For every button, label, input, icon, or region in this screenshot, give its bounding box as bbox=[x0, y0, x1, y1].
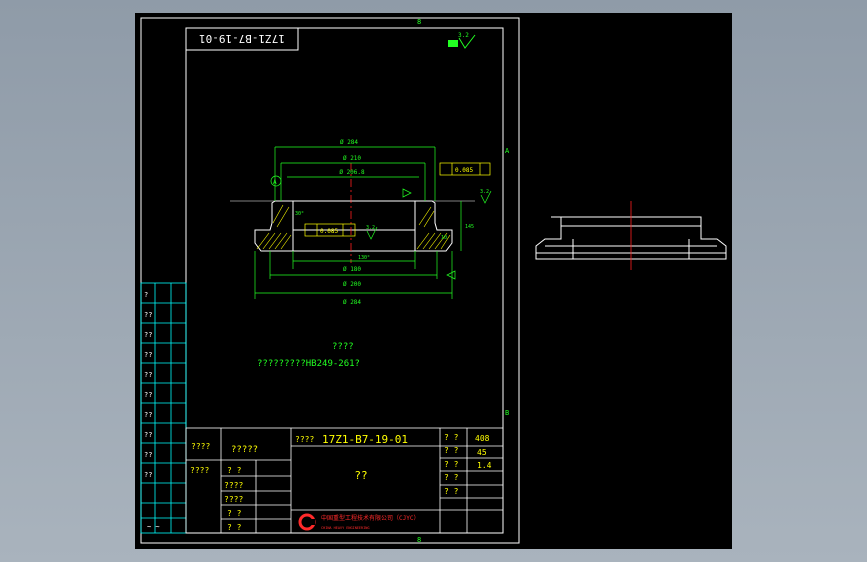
border-mark-bottom: 8 bbox=[417, 536, 421, 544]
side-label: ?? bbox=[144, 411, 152, 419]
dim-angle-a: 30° bbox=[295, 211, 304, 217]
dim-angle-b: 130° bbox=[358, 255, 370, 261]
tb-cell-h: ? ? bbox=[227, 509, 242, 518]
dim-d284-bottom: Ø 284 bbox=[343, 299, 361, 306]
tol-value-mid: 0.085 bbox=[320, 228, 338, 235]
section-hatch-right bbox=[416, 206, 451, 250]
roughness-symbol: 3.2 bbox=[448, 32, 476, 49]
note-text: ?????????HB249-261? bbox=[257, 359, 360, 369]
cad-viewport[interactable]: 8 8 A B 17Z1-B7-19-01 3.2 ??????????????… bbox=[135, 13, 732, 549]
border-mark-top: 8 bbox=[417, 18, 421, 26]
tol-value-top: 0.085 bbox=[455, 167, 473, 174]
section-view bbox=[254, 200, 453, 252]
dim-d284: Ø 284 bbox=[340, 139, 358, 146]
dim-depth: 145 bbox=[465, 224, 474, 230]
side-label: ?? bbox=[144, 311, 152, 319]
tb-q5: ? ? bbox=[444, 487, 459, 496]
rough-b: 3.2 bbox=[366, 225, 375, 231]
tb-cell-f: ???? bbox=[224, 481, 243, 490]
side-label: ?? bbox=[144, 351, 152, 359]
side-label: ?? bbox=[144, 471, 152, 479]
tb-part-name: ?? bbox=[354, 469, 367, 482]
tb-value-3: 1.4 bbox=[477, 461, 492, 470]
dim-d180: Ø 180 bbox=[343, 266, 361, 273]
tb-cell-c: ???? bbox=[295, 435, 314, 444]
company-logo bbox=[298, 513, 316, 531]
tb-q1: ? ? bbox=[444, 433, 459, 442]
tb-cell-b: ????? bbox=[231, 445, 258, 455]
dim-depth2: 10 bbox=[441, 235, 447, 241]
side-label: ?? bbox=[144, 451, 152, 459]
rough-a: 3.2 bbox=[480, 189, 489, 195]
side-label: ? bbox=[144, 291, 148, 299]
roughness-marks bbox=[366, 188, 492, 280]
tb-q2: ? ? bbox=[444, 446, 459, 455]
tb-cell-e: ? ? bbox=[227, 466, 242, 475]
tb-cell-g: ???? bbox=[224, 495, 243, 504]
tb-cell-a: ???? bbox=[191, 442, 210, 451]
drawing-number-rotated: 17Z1-B7-19-01 bbox=[199, 32, 285, 45]
svg-text:3.2: 3.2 bbox=[458, 32, 469, 39]
datum-a: A bbox=[273, 179, 277, 186]
dim-d2068: Ø 206.8 bbox=[339, 169, 365, 176]
tb-q3: ? ? bbox=[444, 460, 459, 469]
border-mark-right-a: A bbox=[505, 147, 510, 155]
section-hatch-left bbox=[256, 204, 292, 250]
tb-value-1: 408 bbox=[475, 434, 490, 443]
tb-cell-i: ? ? bbox=[227, 523, 242, 532]
side-label: ?? bbox=[144, 331, 152, 339]
side-label: ?? bbox=[144, 431, 152, 439]
side-revision-table bbox=[140, 282, 187, 534]
tb-drawing-number: 17Z1-B7-19-01 bbox=[322, 433, 408, 446]
side-label: ?? bbox=[144, 391, 152, 399]
company-name: 中国重型工程技术有限公司（CJYC） bbox=[321, 514, 419, 522]
tb-q4: ? ? bbox=[444, 473, 459, 482]
tb-cell-d: ???? bbox=[190, 466, 209, 475]
side-bottom-mark: ~ ~ bbox=[147, 523, 160, 531]
border-mark-right-b: B bbox=[505, 409, 509, 417]
dim-d200: Ø 200 bbox=[343, 281, 361, 288]
drawing-canvas: 8 8 A B 17Z1-B7-19-01 3.2 ??????????????… bbox=[140, 17, 727, 544]
side-labels: ??????????????????? bbox=[144, 291, 152, 479]
tb-value-2: 45 bbox=[477, 448, 487, 457]
drawing-number-box: 17Z1-B7-19-01 bbox=[185, 27, 299, 51]
company-name-en: CHINA HEAVY ENGINEERING bbox=[321, 526, 369, 530]
dim-d210: Ø 210 bbox=[343, 155, 361, 162]
note-title: ???? bbox=[332, 342, 354, 352]
sheet-border bbox=[140, 17, 520, 544]
side-label: ?? bbox=[144, 371, 152, 379]
